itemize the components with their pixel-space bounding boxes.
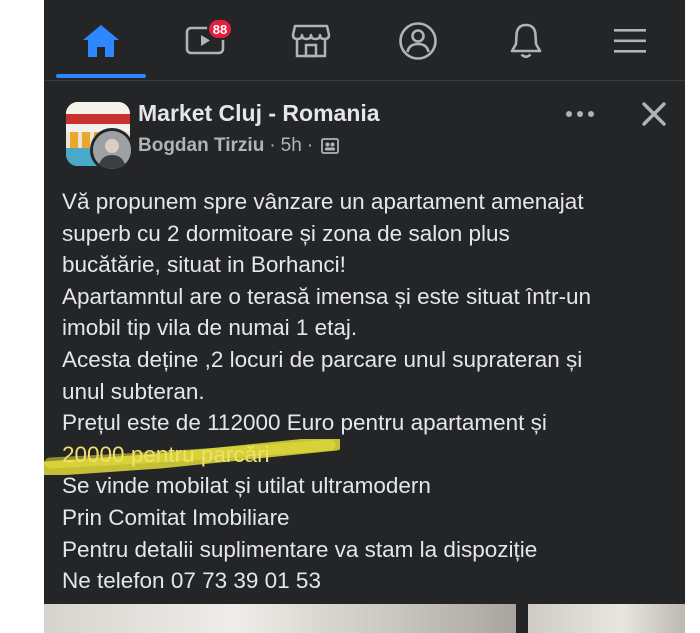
marketplace-icon: [291, 24, 331, 58]
close-post-button[interactable]: [632, 92, 676, 136]
author-name-link[interactable]: Bogdan Tirziu: [138, 135, 264, 157]
more-options-button[interactable]: [556, 96, 604, 132]
profile-icon: [399, 22, 437, 60]
bell-icon: [510, 23, 542, 59]
post-body: Vă propunem spre vânzare un apartament a…: [44, 186, 672, 597]
nav-menu-button[interactable]: [594, 14, 666, 68]
notification-badge: 88: [207, 18, 233, 40]
post-text-line: superb cu 2 dormitoare și zona de salon …: [62, 220, 510, 246]
close-icon: [642, 102, 666, 126]
post-photos: [44, 604, 685, 633]
nav-home-button[interactable]: [65, 14, 137, 68]
menu-icon: [614, 29, 646, 53]
post-text-line: Ne telefon 07 73 39 01 53: [62, 568, 321, 594]
post-text-line: Prețul este de 112000 Euro pentru aparta…: [62, 410, 547, 436]
post-text-line: Apartamntul are o terasă imensa și este …: [62, 283, 592, 309]
highlighted-price-text: 20000 pentru parcări: [62, 441, 270, 467]
home-icon: [83, 25, 119, 57]
facebook-app-screen: 88 Market Cluj - Romania Bogdan Tirziu ·…: [44, 0, 685, 633]
meta-separator: ·: [306, 135, 314, 156]
post-time[interactable]: 5h: [281, 135, 302, 157]
post-text-line: unul subteran.: [62, 378, 205, 404]
post-text-line: bucătărie, situat in Borhanci!: [62, 252, 346, 278]
post-text-line: Prin Comitat Imobiliare: [62, 504, 290, 530]
person-photo: [93, 131, 131, 169]
post-meta: Bogdan Tirziu · 5h ·: [138, 135, 340, 157]
post-text-line: Pentru detalii suplimentare va stam la d…: [62, 536, 538, 562]
meta-separator: ·: [269, 135, 276, 156]
post-text-line: Se vinde mobilat și utilat ultramodern: [62, 473, 431, 499]
post-text-line: imobil tip vila de numai 1 etaj.: [62, 315, 358, 341]
nav-notifications-button[interactable]: [490, 14, 562, 68]
post-photo[interactable]: [44, 604, 516, 633]
group-name-link[interactable]: Market Cluj - Romania: [138, 100, 380, 127]
top-navigation-bar: 88: [44, 0, 685, 80]
nav-divider: [44, 80, 685, 81]
nav-watch-button[interactable]: 88: [169, 14, 241, 68]
nav-profile-button[interactable]: [382, 14, 454, 68]
highlighted-text-line: 20000 pentru parcări: [44, 438, 672, 475]
more-dots-icon: [566, 111, 594, 117]
post-text-line: Vă propunem spre vânzare un apartament a…: [62, 189, 584, 214]
nav-marketplace-button[interactable]: [275, 14, 347, 68]
author-avatar[interactable]: [90, 128, 134, 172]
post-text-line: Acesta deține ,2 locuri de parcare unul …: [62, 346, 583, 372]
post-photo[interactable]: [528, 604, 685, 633]
active-tab-indicator: [56, 74, 146, 78]
group-audience-icon: [320, 136, 340, 156]
